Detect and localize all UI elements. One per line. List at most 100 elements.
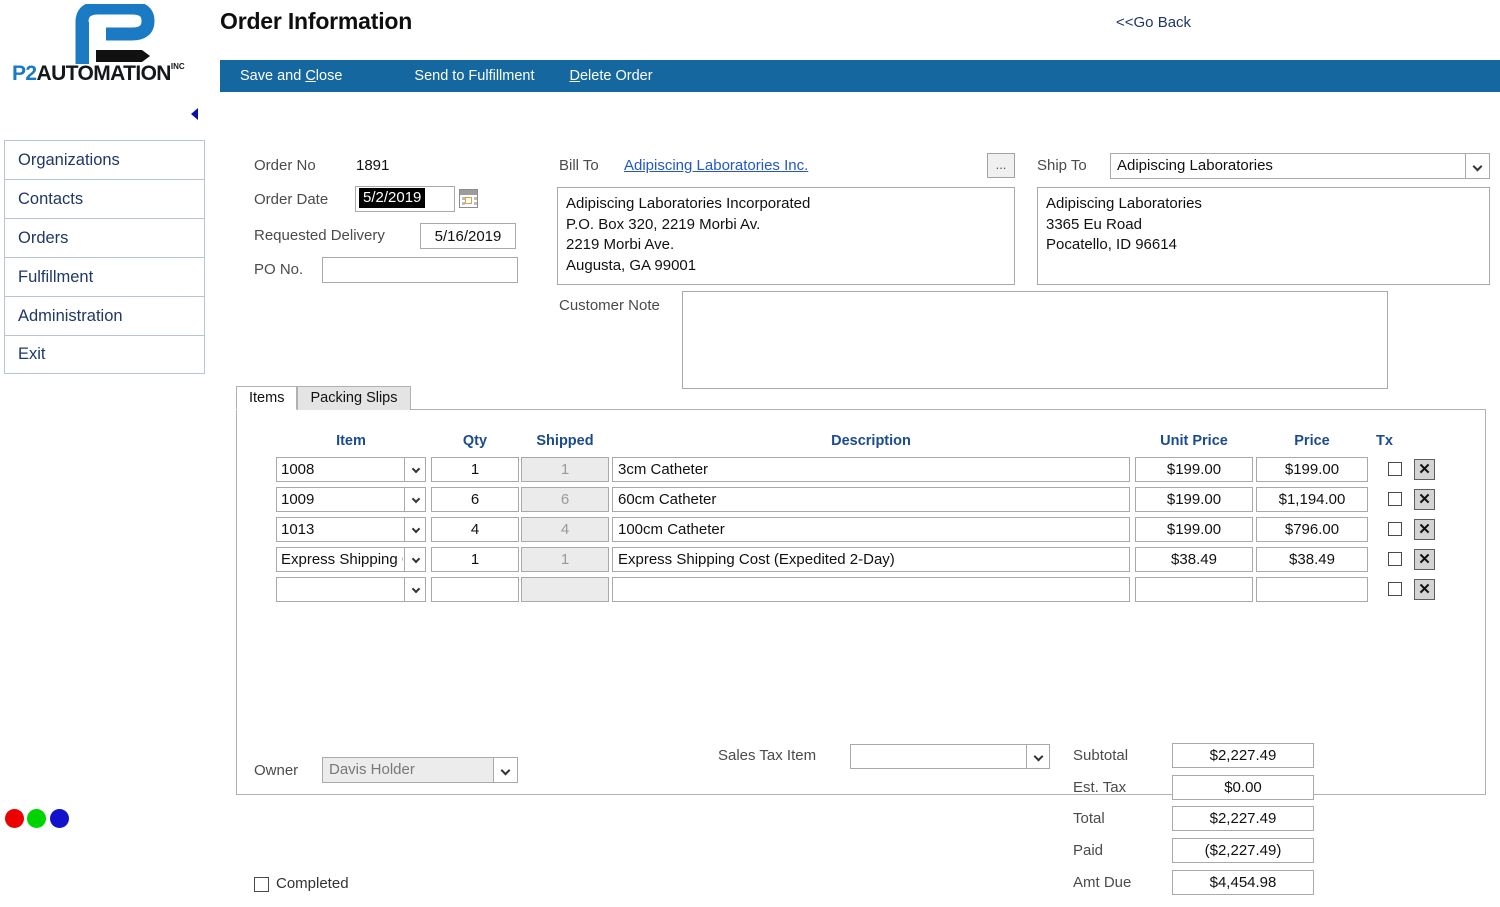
column-header-unit-price: Unit Price — [1160, 433, 1228, 449]
shipped-value: 6 — [521, 487, 609, 512]
unit-price-input[interactable] — [1135, 457, 1253, 482]
requested-delivery-input[interactable] — [420, 223, 516, 249]
column-header-price: Price — [1294, 433, 1330, 449]
table-row-item-select[interactable] — [276, 577, 426, 602]
p2-logo-icon — [75, 4, 155, 64]
shipped-value — [521, 577, 609, 602]
tx-checkbox[interactable] — [1388, 522, 1402, 536]
tab-items[interactable]: Items — [236, 386, 298, 410]
order-no-value: 1891 — [356, 157, 390, 174]
ship-to-select[interactable]: Adipiscing Laboratories — [1110, 153, 1490, 179]
price-input[interactable] — [1256, 577, 1368, 602]
owner-select: Davis Holder — [322, 757, 518, 783]
chevron-down-icon[interactable] — [404, 458, 425, 481]
column-header-tx: Tx — [1376, 433, 1393, 449]
shipped-value: 1 — [521, 457, 609, 482]
item-code: Express Shipping Cost — [281, 551, 403, 568]
unit-price-input[interactable] — [1135, 517, 1253, 542]
qty-input[interactable] — [431, 577, 519, 602]
chevron-down-icon[interactable] — [404, 548, 425, 571]
sidebar-item-administration[interactable]: Administration — [4, 296, 205, 335]
tx-checkbox[interactable] — [1388, 552, 1402, 566]
price-input[interactable] — [1256, 457, 1368, 482]
owner-label: Owner — [254, 762, 299, 779]
column-header-qty: Qty — [462, 433, 488, 449]
description-input[interactable] — [612, 577, 1130, 602]
paid-label: Paid — [1073, 842, 1104, 859]
price-input[interactable] — [1256, 517, 1368, 542]
table-row-item-select[interactable]: 1008 — [276, 457, 426, 482]
requested-delivery-label: Requested Delivery — [254, 227, 385, 244]
order-date-label: Order Date — [254, 191, 329, 208]
delete-row-button[interactable]: ✕ — [1414, 519, 1435, 540]
bill-to-browse-button[interactable]: ... — [987, 153, 1015, 178]
go-back-link[interactable]: <<Go Back — [1116, 14, 1191, 31]
delete-row-button[interactable]: ✕ — [1414, 489, 1435, 510]
po-no-label: PO No. — [254, 261, 304, 278]
order-date-input[interactable]: 5/2/2019 — [355, 186, 455, 212]
send-to-fulfillment-button[interactable]: Send to Fulfillment — [414, 68, 534, 84]
page-title: Order Information — [220, 8, 413, 34]
bill-to-address: Adipiscing Laboratories Incorporated P.O… — [557, 187, 1015, 285]
sidebar-collapse-icon[interactable] — [191, 108, 198, 120]
sidebar-item-organizations[interactable]: Organizations — [4, 140, 205, 179]
tx-checkbox[interactable] — [1388, 582, 1402, 596]
qty-input[interactable] — [431, 517, 519, 542]
item-code: 1009 — [281, 491, 315, 508]
delete-row-button[interactable]: ✕ — [1414, 549, 1435, 570]
chevron-down-icon[interactable] — [404, 518, 425, 541]
calendar-icon[interactable] — [459, 189, 478, 208]
owner-value: Davis Holder — [329, 761, 415, 778]
order-information-window: P2AUTOMATIONINC Order Information <<Go B… — [0, 0, 1500, 907]
tx-checkbox[interactable] — [1388, 492, 1402, 506]
customer-note-textarea[interactable] — [682, 291, 1388, 389]
tx-checkbox[interactable] — [1388, 462, 1402, 476]
status-dot-green[interactable] — [27, 809, 46, 828]
logo-inc: INC — [170, 62, 185, 71]
qty-input[interactable] — [431, 547, 519, 572]
table-row-item-select[interactable]: 1013 — [276, 517, 426, 542]
qty-input[interactable] — [431, 457, 519, 482]
bill-to-label: Bill To — [559, 157, 599, 174]
chevron-down-icon[interactable] — [1465, 154, 1489, 178]
item-code: 1013 — [281, 521, 315, 538]
description-input[interactable] — [612, 517, 1130, 542]
unit-price-input[interactable] — [1135, 487, 1253, 512]
delete-order-button[interactable]: Delete Order — [570, 68, 653, 84]
table-row-item-select[interactable]: 1009 — [276, 487, 426, 512]
description-input[interactable] — [612, 457, 1130, 482]
sidebar-item-fulfillment[interactable]: Fulfillment — [4, 257, 205, 296]
sidebar-item-contacts[interactable]: Contacts — [4, 179, 205, 218]
amt-due-label: Amt Due — [1073, 874, 1132, 891]
bill-to-organization-link[interactable]: Adipiscing Laboratories Inc. — [624, 157, 808, 174]
sales-tax-item-select[interactable] — [850, 744, 1050, 769]
price-input[interactable] — [1256, 487, 1368, 512]
subtotal-label: Subtotal — [1073, 747, 1129, 764]
save-and-close-button[interactable]: Save and Close — [240, 68, 342, 84]
total-value: $2,227.49 — [1172, 806, 1314, 831]
delete-row-button[interactable]: ✕ — [1414, 459, 1435, 480]
customer-note-label: Customer Note — [559, 297, 660, 314]
sidebar-item-exit[interactable]: Exit — [4, 335, 205, 374]
chevron-down-icon[interactable] — [404, 578, 425, 601]
chevron-down-icon[interactable] — [404, 488, 425, 511]
delete-row-button[interactable]: ✕ — [1414, 579, 1435, 600]
tab-packing-slips[interactable]: Packing Slips — [297, 386, 411, 410]
unit-price-input[interactable] — [1135, 577, 1253, 602]
total-label: Total — [1073, 810, 1105, 827]
po-no-input[interactable] — [322, 257, 518, 283]
table-row-item-select[interactable]: Express Shipping Cost — [276, 547, 426, 572]
item-code: 1008 — [281, 461, 315, 478]
price-input[interactable] — [1256, 547, 1368, 572]
description-input[interactable] — [612, 487, 1130, 512]
description-input[interactable] — [612, 547, 1130, 572]
shipped-value: 4 — [521, 517, 609, 542]
status-dot-blue[interactable] — [50, 809, 69, 828]
sidebar-item-orders[interactable]: Orders — [4, 218, 205, 257]
unit-price-input[interactable] — [1135, 547, 1253, 572]
status-dot-red[interactable] — [5, 809, 24, 828]
qty-input[interactable] — [431, 487, 519, 512]
chevron-down-icon[interactable] — [1026, 745, 1049, 768]
logo-automation: AUTOMATION — [36, 62, 172, 85]
completed-checkbox[interactable] — [254, 877, 269, 892]
